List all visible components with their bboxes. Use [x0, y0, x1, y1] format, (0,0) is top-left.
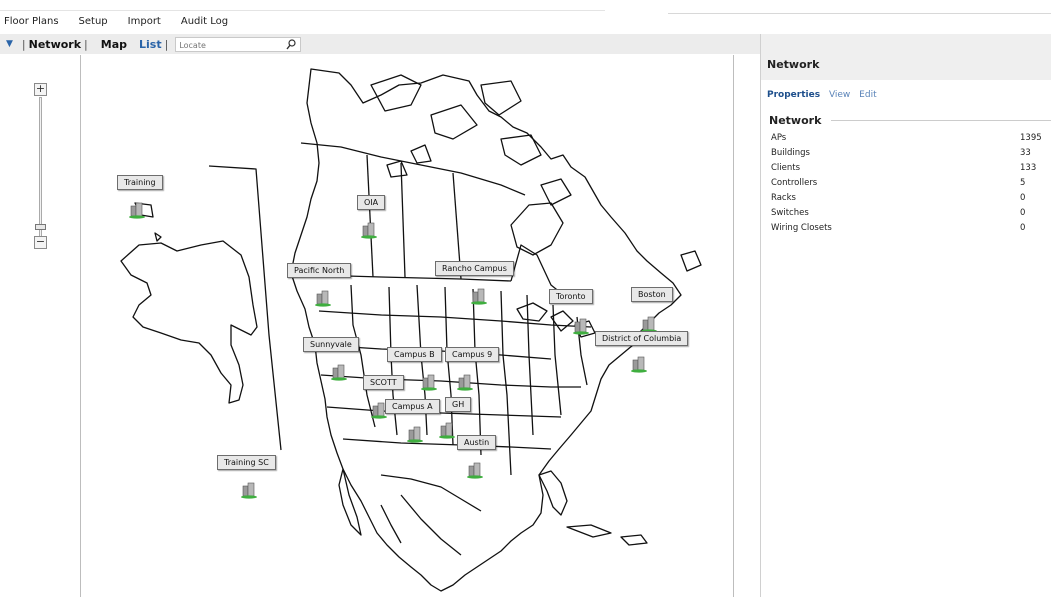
- building-icon[interactable]: [419, 373, 439, 394]
- location-label[interactable]: Austin: [457, 435, 497, 450]
- location-label[interactable]: Campus B: [387, 347, 442, 362]
- toolbar-separator: |: [84, 37, 88, 51]
- property-value: 0: [1020, 223, 1026, 233]
- property-name: Clients: [771, 163, 801, 173]
- location-label[interactable]: Toronto: [549, 289, 593, 304]
- menu-audit-log[interactable]: Audit Log: [181, 16, 228, 27]
- property-row: Buildings 33: [771, 146, 1042, 161]
- property-row: Racks 0: [771, 191, 1042, 206]
- property-value: 0: [1020, 193, 1026, 203]
- zoom-slider-track[interactable]: [39, 97, 42, 237]
- zoom-in-button[interactable]: +: [34, 83, 47, 96]
- zoom-out-button[interactable]: −: [34, 236, 47, 249]
- section-divider: [831, 120, 1051, 121]
- zoom-slider-handle[interactable]: [35, 224, 46, 230]
- main-menu: Floor Plans Setup Import Audit Log: [4, 16, 248, 27]
- property-value: 5: [1020, 178, 1026, 188]
- map-view: + − Training OIA Pacific North Rancho Ca…: [0, 54, 760, 597]
- panel-title: Network: [761, 34, 1051, 80]
- properties-list: APs 1395 Buildings 33 Clients 133 Controlle…: [761, 131, 1042, 236]
- building-icon[interactable]: [239, 481, 259, 502]
- menu-divider-right: [668, 13, 1051, 14]
- building-icon[interactable]: [469, 287, 489, 308]
- collapse-caret-icon[interactable]: ▼: [6, 39, 13, 49]
- property-row: Clients 133: [771, 161, 1042, 176]
- property-value: 33: [1020, 148, 1031, 158]
- property-value: 1395: [1020, 133, 1042, 143]
- menu-divider: [0, 10, 605, 11]
- building-icon[interactable]: [455, 373, 475, 394]
- location-label[interactable]: Campus 9: [445, 347, 500, 362]
- property-name: Controllers: [771, 178, 818, 188]
- section-title: Network: [769, 114, 822, 127]
- property-name: APs: [771, 133, 787, 143]
- search-icon[interactable]: [286, 38, 296, 53]
- property-row: Wiring Closets 0: [771, 221, 1042, 236]
- property-name: Racks: [771, 193, 796, 203]
- property-value: 0: [1020, 208, 1026, 218]
- building-icon[interactable]: [465, 461, 485, 482]
- north-america-map: [120, 68, 702, 592]
- building-icon[interactable]: [629, 355, 649, 376]
- list-view-tab[interactable]: List: [139, 38, 162, 51]
- location-label[interactable]: SCOTT: [363, 375, 404, 390]
- property-row: Controllers 5: [771, 176, 1042, 191]
- panel-tabs: Properties View Edit: [761, 80, 1051, 100]
- view-toolbar: ▼ | Network | Map List |: [0, 34, 760, 54]
- location-label[interactable]: Boston: [631, 287, 673, 302]
- building-icon[interactable]: [313, 289, 333, 310]
- menu-import[interactable]: Import: [128, 16, 161, 27]
- tab-edit[interactable]: Edit: [859, 90, 876, 100]
- building-icon[interactable]: [571, 317, 591, 338]
- property-name: Buildings: [771, 148, 810, 158]
- property-name: Switches: [771, 208, 809, 218]
- location-label[interactable]: Training: [117, 175, 163, 190]
- location-label[interactable]: GH: [445, 397, 472, 412]
- toolbar-separator: |: [21, 37, 26, 51]
- tab-view[interactable]: View: [829, 90, 850, 100]
- toolbar-separator: |: [164, 37, 169, 51]
- network-breadcrumb[interactable]: Network: [29, 38, 81, 51]
- property-row: APs 1395: [771, 131, 1042, 146]
- location-label[interactable]: Campus A: [385, 399, 440, 414]
- building-icon[interactable]: [329, 363, 349, 384]
- menu-floor-plans[interactable]: Floor Plans: [4, 16, 59, 27]
- property-row: Switches 0: [771, 206, 1042, 221]
- location-label[interactable]: Rancho Campus: [435, 261, 514, 276]
- building-icon[interactable]: [127, 201, 147, 222]
- property-name: Wiring Closets: [771, 223, 832, 233]
- property-value: 133: [1020, 163, 1037, 173]
- top-menu-bar: Floor Plans Setup Import Audit Log: [0, 0, 1051, 34]
- location-label[interactable]: Sunnyvale: [303, 337, 359, 352]
- zoom-control: + −: [34, 83, 48, 253]
- network-section-header: Network: [761, 114, 1051, 127]
- tab-properties[interactable]: Properties: [767, 90, 820, 100]
- location-label[interactable]: District of Columbia: [595, 331, 689, 346]
- menu-setup[interactable]: Setup: [79, 16, 108, 27]
- location-label[interactable]: Training SC: [217, 455, 276, 470]
- map-view-tab[interactable]: Map: [101, 38, 127, 51]
- building-icon[interactable]: [405, 425, 425, 446]
- locate-search-box: [175, 36, 302, 53]
- properties-panel: Network Properties View Edit Network APs…: [760, 34, 1051, 597]
- location-label[interactable]: Pacific North: [287, 263, 352, 278]
- location-label[interactable]: OIA: [357, 195, 386, 210]
- locate-input[interactable]: [176, 38, 277, 52]
- map-canvas[interactable]: Training OIA Pacific North Rancho Campus…: [80, 55, 734, 597]
- building-icon[interactable]: [359, 221, 379, 242]
- building-icon[interactable]: [437, 421, 457, 442]
